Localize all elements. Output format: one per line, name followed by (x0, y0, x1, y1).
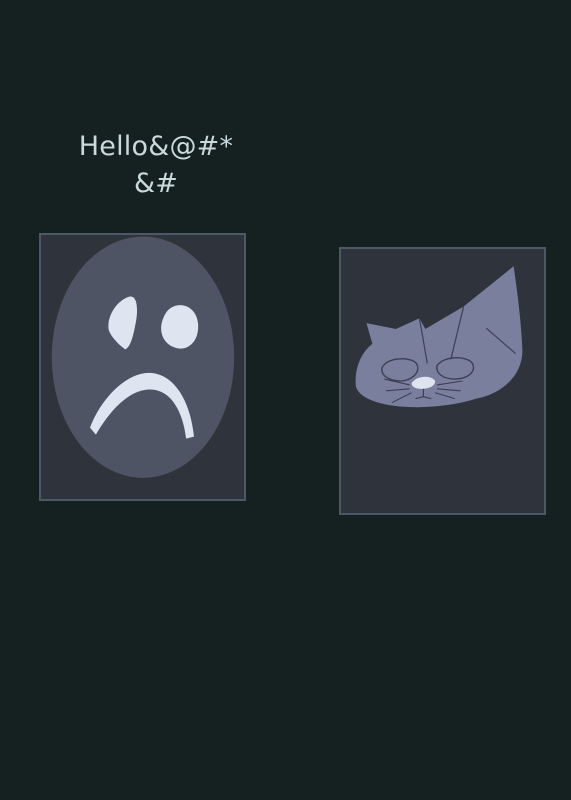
greeting-text: Hello&@#* &# (56, 128, 256, 202)
sad-face-icon (51, 236, 235, 478)
sad-face-card[interactable] (39, 233, 246, 501)
cat-face-icon (355, 266, 523, 408)
greeting-line-1: Hello&@#* (78, 131, 234, 162)
cat-face-card[interactable] (339, 247, 546, 515)
greeting-line-2: &# (133, 168, 179, 199)
